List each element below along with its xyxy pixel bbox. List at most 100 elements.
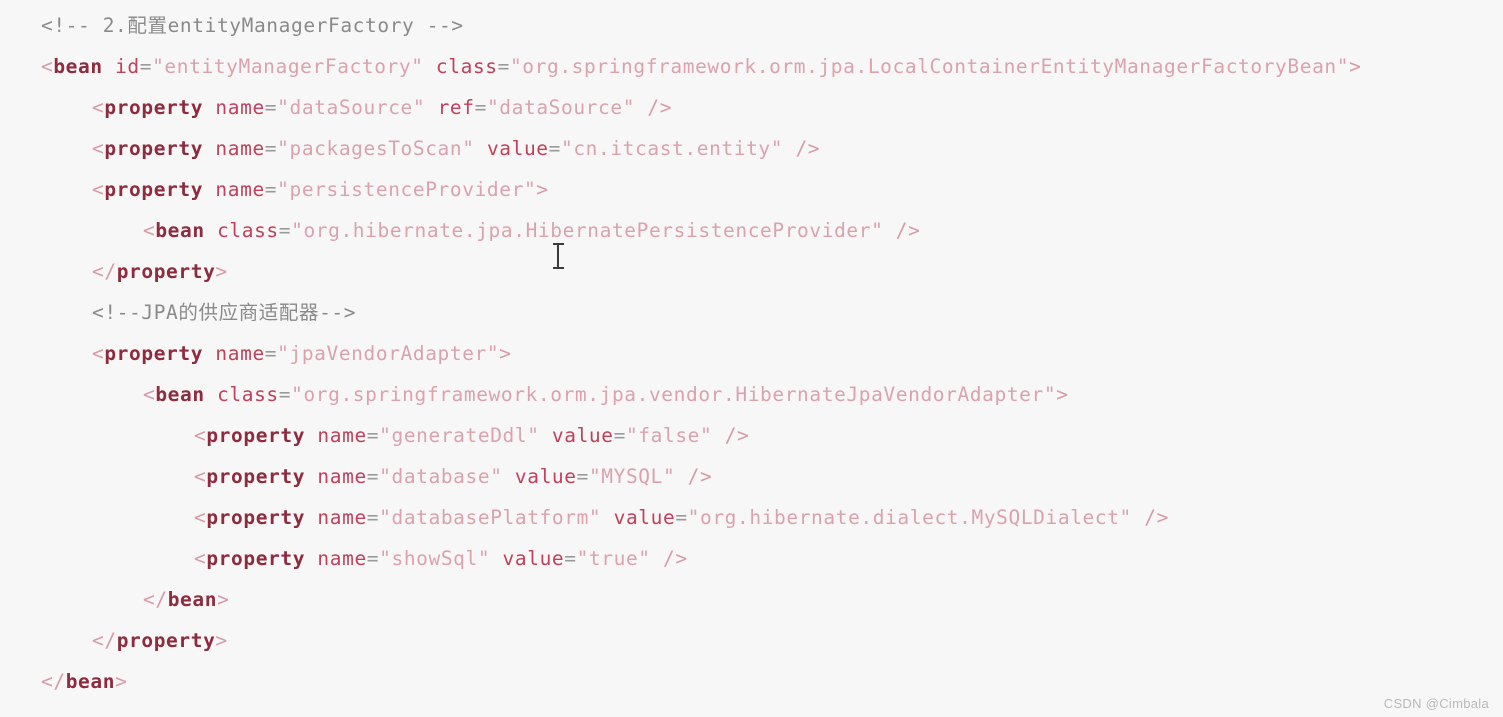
code-token-bracket: </ [41, 670, 66, 693]
code-token-val: "MYSQL" [588, 465, 676, 488]
code-token-bracket: </ [143, 588, 168, 611]
code-token-bracket: > [1349, 55, 1362, 78]
code-token-eq: = [264, 137, 278, 160]
code-token-bracket: < [143, 219, 156, 242]
code-token-bracket: /> [1144, 506, 1169, 529]
code-token-val: "true" [576, 547, 651, 570]
code-token-tag: property [104, 178, 204, 201]
code-token-eq: = [366, 506, 380, 529]
code-token-attr: value [486, 137, 549, 160]
code-token-val: "cn.itcast.entity" [560, 137, 784, 160]
code-token-tag: bean [155, 219, 205, 242]
code-token-bracket: < [92, 178, 105, 201]
code-token-attr: value [502, 547, 565, 570]
code-token-tag: property [206, 506, 306, 529]
code-token-bracket: > [536, 178, 549, 201]
code-token-attr: class [217, 383, 279, 406]
code-token-eq: = [278, 219, 292, 242]
code-token-bracket: /> [795, 137, 821, 160]
code-token-attr: class [435, 55, 498, 78]
code-token-val: "false" [625, 424, 713, 447]
code-token-val: "showSql" [379, 547, 491, 570]
code-token-val: "org.springframework.orm.jpa.vendor.Hibe… [291, 383, 1057, 406]
code-token-bracket: > [215, 260, 228, 283]
code-line: <!--JPA的供应商适配器--> [92, 303, 356, 323]
code-token-bracket: </ [92, 629, 117, 652]
code-token-bracket: < [41, 55, 54, 78]
watermark-label: CSDN @Cimbala [1383, 696, 1489, 711]
code-line: <property name="dataSource" ref="dataSou… [92, 98, 672, 118]
code-token-bracket: > [115, 670, 128, 693]
code-token-attr: name [317, 506, 367, 529]
code-token-tag: property [206, 547, 306, 570]
code-line: <bean id="entityManagerFactory" class="o… [41, 57, 1361, 77]
code-block: <!-- 2.配置entityManagerFactory --> <bean i… [0, 0, 1503, 717]
code-token-val: "database" [379, 465, 503, 488]
code-token-tag: bean [65, 670, 116, 693]
code-token-tag: property [104, 342, 204, 365]
code-token-val: "dataSource" [277, 96, 426, 119]
code-token-bracket: /> [687, 465, 713, 488]
code-token-attr: name [215, 178, 265, 201]
code-token-eq: = [264, 178, 278, 201]
code-line: <property name="jpaVendorAdapter"> [92, 344, 512, 364]
code-token-eq: = [564, 547, 577, 570]
code-token-attr: name [317, 424, 367, 447]
code-token-eq: = [278, 383, 292, 406]
code-token-bracket: /> [895, 219, 921, 242]
code-token-bracket: /> [647, 96, 673, 119]
code-token-val: "persistenceProvider" [277, 178, 537, 201]
code-token-eq: = [497, 55, 510, 78]
code-token-attr: value [613, 506, 676, 529]
code-token-bracket: < [194, 465, 207, 488]
code-token-bracket: > [499, 342, 512, 365]
code-token-val: "databasePlatform" [379, 506, 602, 529]
code-token-val: "org.hibernate.dialect.MySQLDialect" [687, 506, 1132, 529]
code-token-tag: property [206, 465, 306, 488]
code-token-attr: value [514, 465, 577, 488]
code-token-attr: id [115, 55, 140, 78]
code-token-eq: = [548, 137, 561, 160]
code-token-val: "org.hibernate.jpa.HibernatePersistenceP… [291, 219, 884, 242]
code-line: </property> [92, 262, 228, 282]
code-line: <property name="packagesToScan" value="c… [92, 139, 820, 159]
code-token-val: "jpaVendorAdapter" [277, 342, 500, 365]
code-token-comment: <!--JPA的供应商适配器--> [92, 301, 357, 324]
code-token-eq: = [366, 547, 380, 570]
code-token-eq: = [366, 424, 380, 447]
code-token-eq: = [264, 96, 278, 119]
code-token-tag: property [104, 137, 204, 160]
code-token-comment: <!-- 2.配置entityManagerFactory --> [41, 14, 464, 37]
code-line: <property name="persistenceProvider"> [92, 180, 549, 200]
code-line: </bean> [143, 590, 229, 610]
code-token-eq: = [613, 424, 626, 447]
code-line: <property name="showSql" value="true" /> [194, 549, 688, 569]
code-token-bracket: < [194, 424, 207, 447]
code-token-eq: = [366, 465, 380, 488]
code-token-attr: name [317, 465, 367, 488]
code-token-tag: property [116, 629, 216, 652]
code-token-val: "entityManagerFactory" [152, 55, 424, 78]
code-token-attr: name [215, 137, 265, 160]
code-token-bracket: < [92, 96, 105, 119]
code-token-attr: class [217, 219, 279, 242]
code-token-eq: = [264, 342, 278, 365]
code-token-bracket: < [143, 383, 156, 406]
code-token-bracket: > [1056, 383, 1069, 406]
code-line: <bean class="org.springframework.orm.jpa… [143, 385, 1069, 405]
